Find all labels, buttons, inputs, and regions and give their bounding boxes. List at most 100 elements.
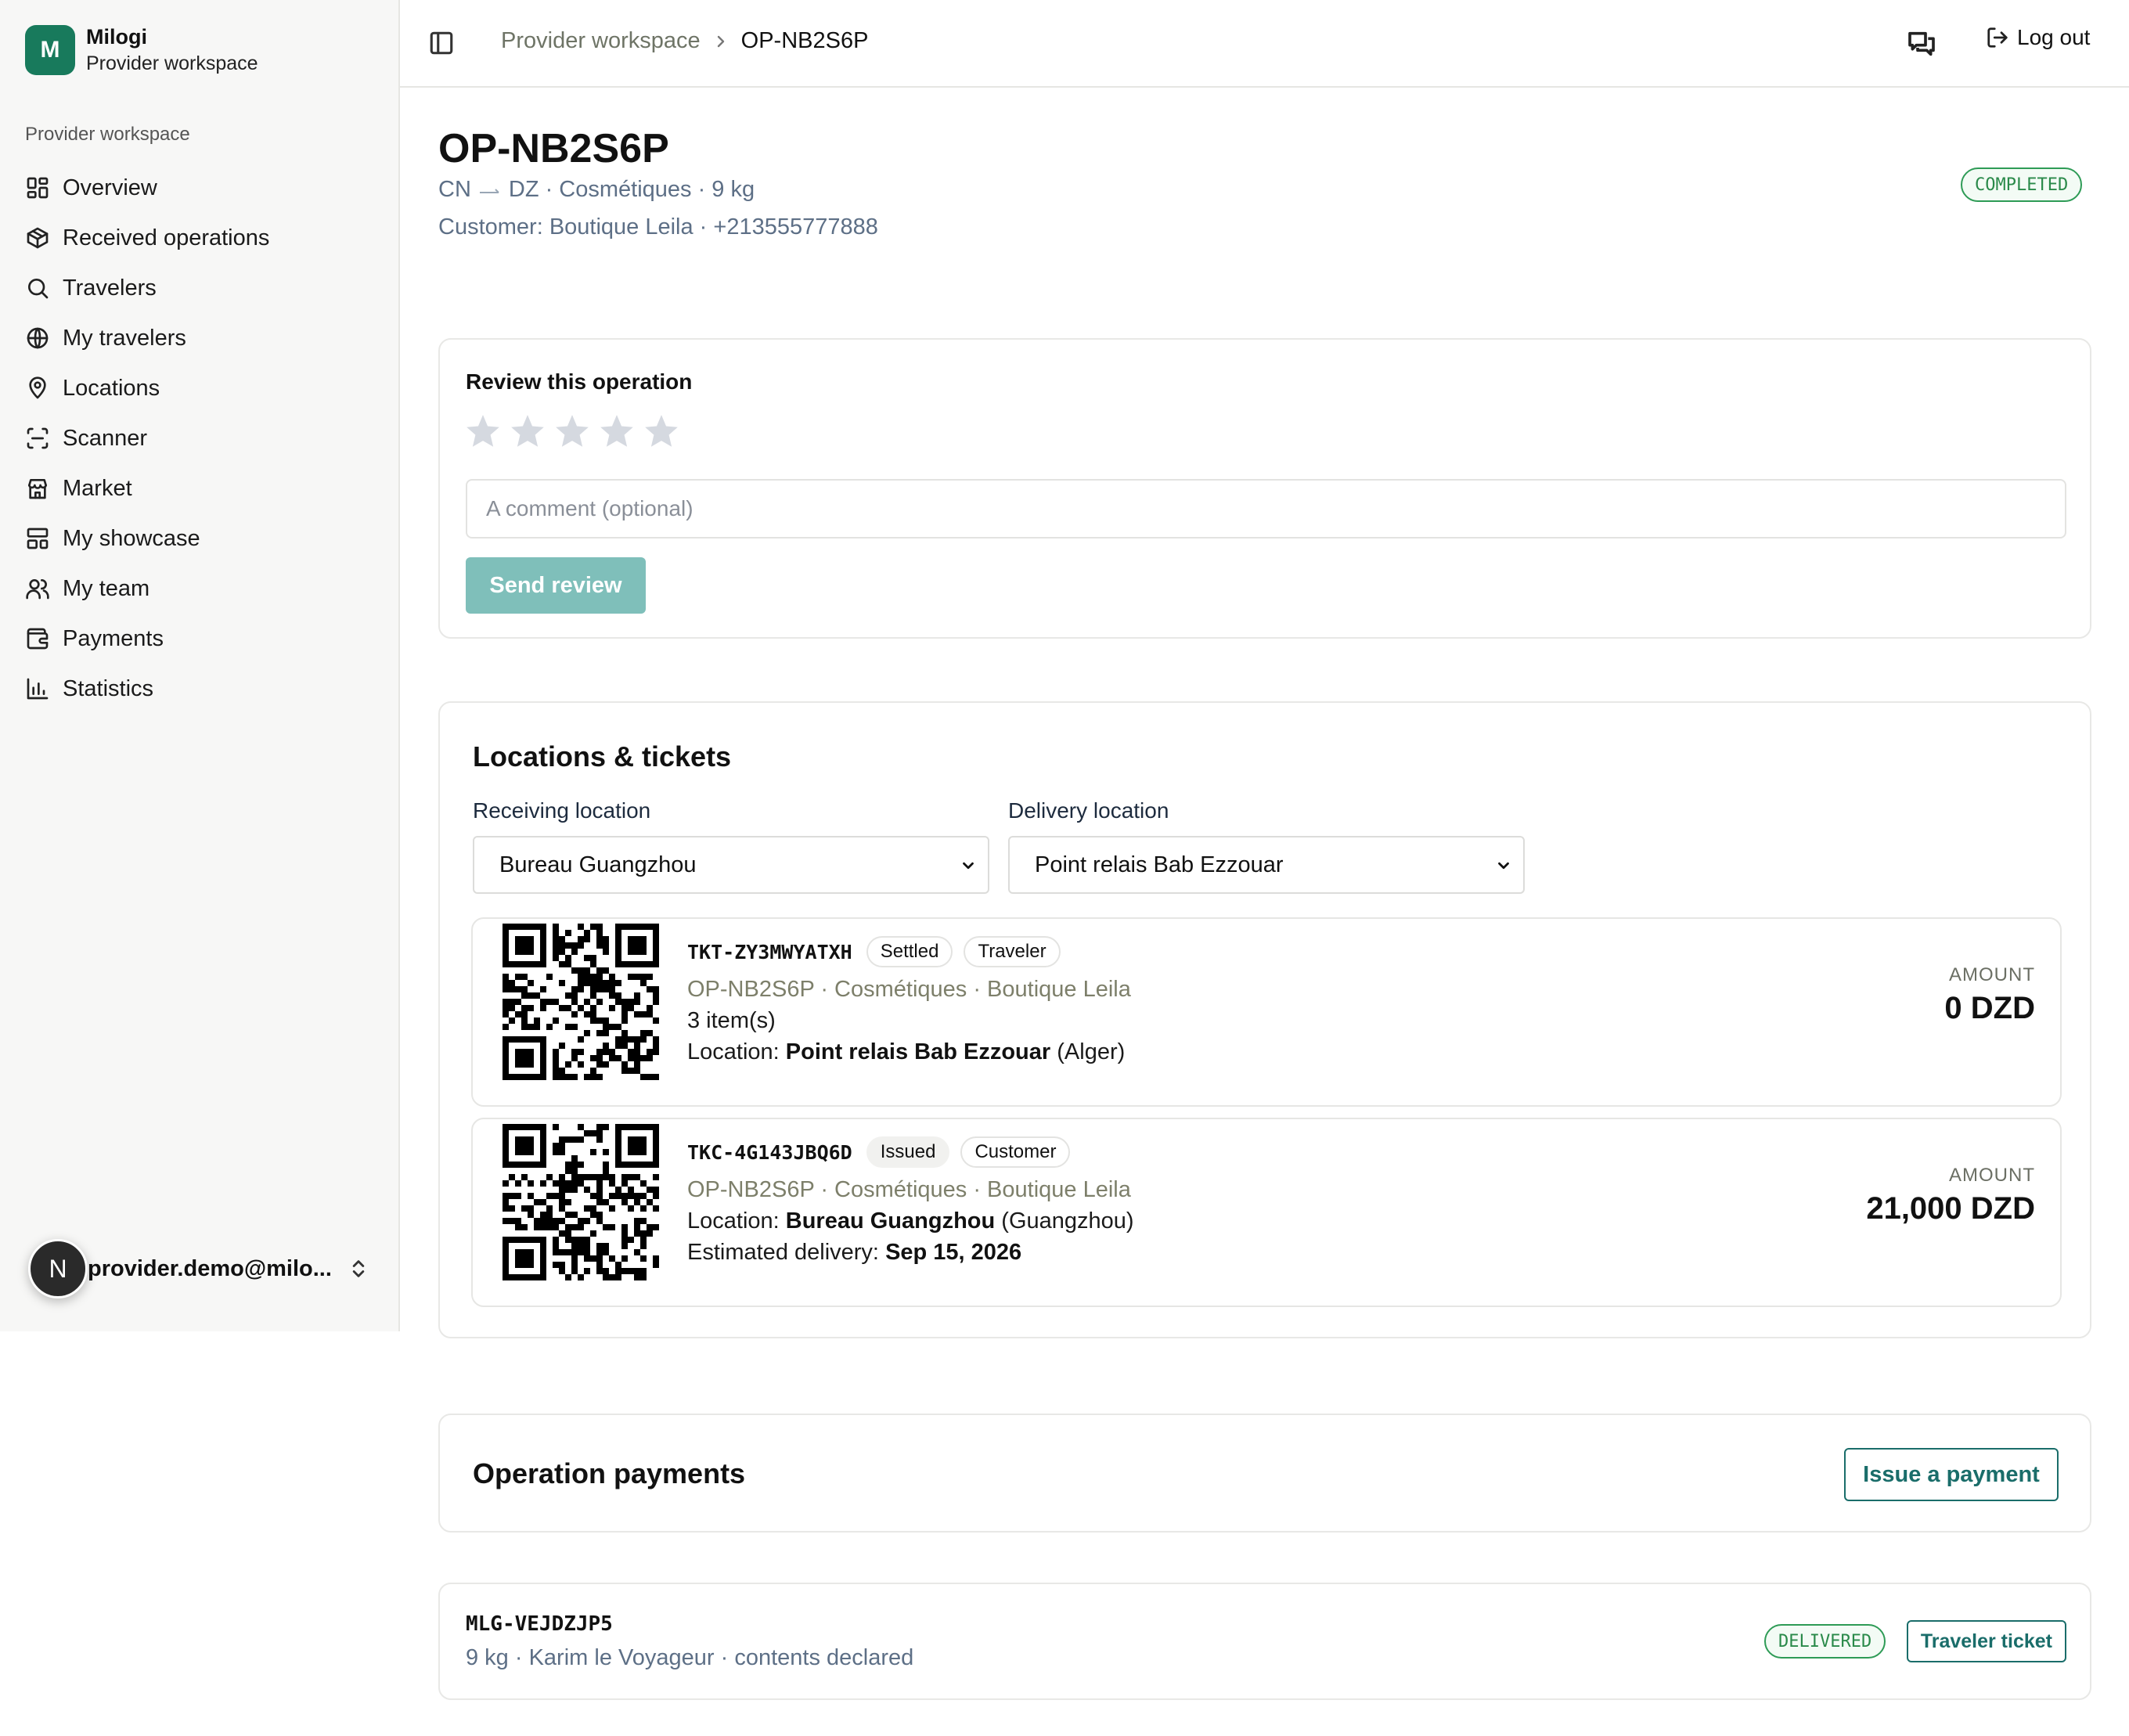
- sidebar-item-label: My showcase: [63, 525, 200, 551]
- wallet-icon: [27, 628, 49, 650]
- globe-icon: [27, 327, 49, 349]
- ticket-card[interactable]: TKC-4G143JBQ6D Issued Customer OP-NB2S6P…: [471, 1118, 2062, 1307]
- topbar: Provider workspace OP-NB2S6P Log out: [400, 0, 2129, 88]
- delivery-location-value: Point relais Bab Ezzouar: [1035, 852, 1284, 877]
- sidebar-item-label: Statistics: [63, 675, 154, 701]
- logout-label: Log out: [2017, 25, 2091, 49]
- arrow-right-icon: [479, 188, 499, 193]
- sidebar-item-label: Payments: [63, 625, 164, 651]
- sidebar-item-received-operations[interactable]: Received operations: [25, 213, 377, 263]
- review-card: Review this operation Send review: [438, 338, 2091, 639]
- bar-chart-icon: [27, 678, 49, 700]
- brand-subtitle: Provider workspace: [86, 52, 258, 74]
- ticket-items: 3 item(s): [687, 1008, 776, 1033]
- user-menu[interactable]: N provider.demo@milo...: [25, 1238, 377, 1299]
- breadcrumb-current: OP-NB2S6P: [740, 28, 869, 53]
- status-badge: COMPLETED: [1961, 167, 2083, 202]
- ticket-amount: 21,000 DZD: [1866, 1191, 2035, 1226]
- sidebar-item-label: Overview: [63, 175, 157, 200]
- sidebar-toggle-icon[interactable]: [428, 30, 455, 56]
- qr-code: [503, 1124, 659, 1280]
- breadcrumb-parent[interactable]: Provider workspace: [501, 28, 701, 54]
- ticket-location: Location: Bureau Guangzhou (Guangzhou): [687, 1208, 1134, 1234]
- brand-name: Milogi: [86, 25, 147, 49]
- log-out-icon: [1987, 27, 2008, 48]
- route-details: · Cosmétiques · 9 kg: [545, 177, 755, 202]
- receiving-location-select[interactable]: Bureau Guangzhou: [473, 836, 989, 894]
- chevron-down-icon: [963, 862, 974, 870]
- sidebar-item-label: My travelers: [63, 325, 186, 351]
- delivery-location-select[interactable]: Point relais Bab Ezzouar: [1008, 836, 1525, 894]
- brand-logo: M: [25, 25, 75, 75]
- ticket-summary: OP-NB2S6P · Cosmétiques · Boutique Leila: [687, 1177, 1131, 1202]
- sidebar-item-label: Scanner: [63, 425, 148, 451]
- sidebar-item-label: Received operations: [63, 225, 270, 250]
- sidebar: M Milogi Provider workspace Provider wor…: [0, 0, 400, 1331]
- sidebar-item-locations[interactable]: Locations: [25, 363, 377, 413]
- sidebar-item-my-showcase[interactable]: My showcase: [25, 513, 377, 564]
- map-pin-icon: [29, 376, 46, 399]
- sidebar-item-overview[interactable]: Overview: [25, 163, 377, 213]
- ticket-summary: OP-NB2S6P · Cosmétiques · Boutique Leila: [687, 977, 1131, 1002]
- sidebar-item-payments[interactable]: Payments: [25, 614, 377, 664]
- sidebar-item-statistics[interactable]: Statistics: [25, 664, 377, 714]
- logout-button[interactable]: Log out: [1986, 25, 2090, 50]
- traveler-ticket-button[interactable]: Traveler ticket: [1906, 1620, 2066, 1662]
- qr-code: [503, 924, 659, 1080]
- sidebar-nav: Overview Received operations Travelers M…: [25, 163, 377, 714]
- ticket-status-badge: Issued: [866, 1136, 950, 1168]
- payments-title: Operation payments: [473, 1457, 746, 1489]
- package-icon: [27, 227, 49, 249]
- star-icon[interactable]: [508, 412, 547, 451]
- amount-label: AMOUNT: [1949, 1165, 2035, 1186]
- operation-customer: Customer: Boutique Leila · +213555777888: [438, 214, 878, 240]
- ticket-role-badge: Customer: [960, 1136, 1071, 1168]
- parcel-card: MLG-VEJDZJP5 9 kg · Karim le Voyageur · …: [438, 1583, 2091, 1700]
- sidebar-item-label: Market: [63, 475, 132, 501]
- sidebar-item-label: My team: [63, 575, 150, 601]
- sidebar-item-my-team[interactable]: My team: [25, 564, 377, 614]
- sidebar-item-my-travelers[interactable]: My travelers: [25, 313, 377, 363]
- review-comment-input[interactable]: [466, 479, 2066, 538]
- payments-card: Operation payments Issue a payment: [438, 1414, 2091, 1533]
- brand[interactable]: M Milogi Provider workspace: [25, 23, 258, 77]
- sidebar-item-scanner[interactable]: Scanner: [25, 413, 377, 463]
- receiving-location-label: Receiving location: [473, 798, 651, 823]
- locations-title: Locations & tickets: [473, 740, 732, 773]
- avatar: N: [28, 1239, 88, 1298]
- star-icon[interactable]: [597, 412, 636, 451]
- scan-icon: [27, 427, 49, 449]
- ticket-code: TKT-ZY3MWYATXH: [687, 940, 852, 963]
- receiving-location-value: Bureau Guangzhou: [499, 852, 697, 877]
- parcel-code: MLG-VEJDZJP5: [466, 1612, 613, 1636]
- star-icon[interactable]: [553, 412, 592, 451]
- star-rating[interactable]: [463, 412, 686, 451]
- layout-icon: [27, 528, 49, 549]
- amount-label: AMOUNT: [1949, 964, 2035, 985]
- store-icon: [28, 479, 47, 499]
- star-icon[interactable]: [463, 412, 503, 451]
- locations-card: Locations & tickets Receiving location B…: [438, 701, 2091, 1338]
- issue-payment-button[interactable]: Issue a payment: [1844, 1448, 2059, 1501]
- ticket-amount: 0 DZD: [1944, 991, 2035, 1025]
- layout-grid-icon: [27, 177, 49, 199]
- ticket-location: Location: Point relais Bab Ezzouar (Alge…: [687, 1039, 1126, 1064]
- star-icon[interactable]: [642, 412, 681, 451]
- sidebar-item-travelers[interactable]: Travelers: [25, 263, 377, 313]
- sidebar-item-market[interactable]: Market: [25, 463, 377, 513]
- ticket-code: TKC-4G143JBQ6D: [687, 1140, 852, 1164]
- ticket-role-badge: Traveler: [964, 936, 1061, 967]
- nav-section-label: Provider workspace: [25, 124, 190, 145]
- messages-icon[interactable]: [1906, 28, 1937, 59]
- users-icon: [26, 579, 49, 600]
- route-origin: CN: [438, 177, 471, 202]
- send-review-button[interactable]: Send review: [466, 557, 646, 614]
- page-title: OP-NB2S6P: [438, 126, 669, 171]
- parcel-meta: 9 kg · Karim le Voyageur · contents decl…: [466, 1645, 914, 1670]
- delivery-location-label: Delivery location: [1008, 798, 1169, 823]
- operation-route: CN DZ · Cosmétiques · 9 kg: [438, 177, 755, 203]
- review-title: Review this operation: [466, 369, 693, 394]
- ticket-estimated-delivery: Estimated delivery: Sep 15, 2026: [687, 1240, 1022, 1265]
- route-destination: DZ: [508, 177, 539, 202]
- ticket-card[interactable]: TKT-ZY3MWYATXH Settled Traveler OP-NB2S6…: [471, 917, 2062, 1107]
